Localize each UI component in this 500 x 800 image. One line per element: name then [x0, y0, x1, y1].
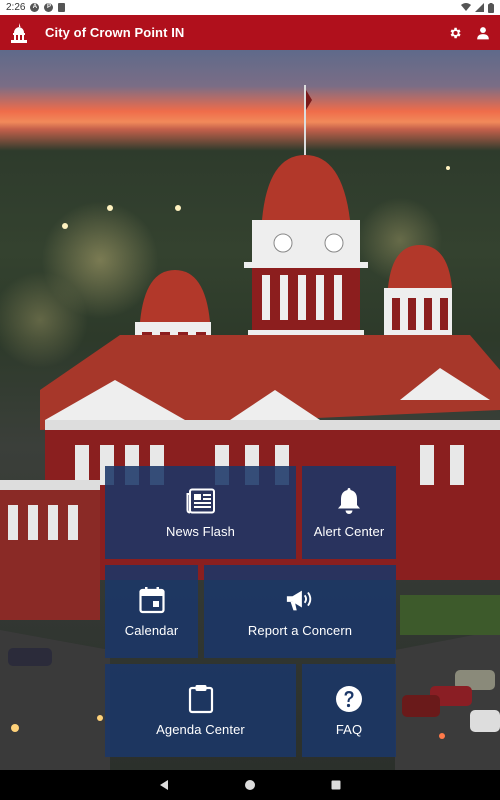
system-nav-bar: [0, 770, 500, 800]
report-a-concern-label: Report a Concern: [247, 623, 353, 638]
home-icon[interactable]: [243, 778, 257, 792]
calendar-label: Calendar: [124, 623, 179, 638]
status-time: 2:26: [6, 2, 26, 13]
newspaper-icon: [186, 486, 216, 516]
battery-icon: [488, 2, 494, 13]
account-person-icon[interactable]: [476, 26, 490, 40]
settings-gear-icon[interactable]: [448, 26, 462, 40]
app-title: City of Crown Point IN: [45, 25, 185, 40]
calendar-icon: [137, 585, 167, 615]
clipboard-icon: [186, 684, 216, 714]
calendar-tile[interactable]: Calendar: [105, 565, 198, 658]
status-bar: 2:26 A P: [0, 0, 500, 15]
agenda-center-label: Agenda Center: [156, 722, 245, 737]
alert-center-label: Alert Center: [313, 524, 385, 539]
report-a-concern-tile[interactable]: Report a Concern: [204, 565, 396, 658]
courthouse-background-image: [0, 50, 500, 770]
back-icon[interactable]: [157, 778, 171, 792]
city-logo-icon[interactable]: [10, 22, 28, 44]
p-icon: P: [44, 3, 54, 12]
sim-card-icon: [58, 3, 66, 12]
alert-center-tile[interactable]: Alert Center: [302, 466, 396, 559]
app-bar: City of Crown Point IN: [0, 15, 500, 50]
bell-icon: [334, 486, 364, 516]
question-circle-icon: [334, 684, 364, 714]
signal-icon: [475, 3, 484, 12]
megaphone-icon: [285, 585, 315, 615]
faq-tile[interactable]: FAQ: [302, 664, 396, 757]
wifi-icon: [461, 3, 471, 11]
news-flash-label: News Flash: [166, 524, 235, 539]
faq-label: FAQ: [335, 722, 363, 737]
agenda-center-tile[interactable]: Agenda Center: [105, 664, 296, 757]
news-flash-tile[interactable]: News Flash: [105, 466, 296, 559]
a-icon: A: [30, 3, 40, 12]
recents-icon[interactable]: [329, 778, 343, 792]
